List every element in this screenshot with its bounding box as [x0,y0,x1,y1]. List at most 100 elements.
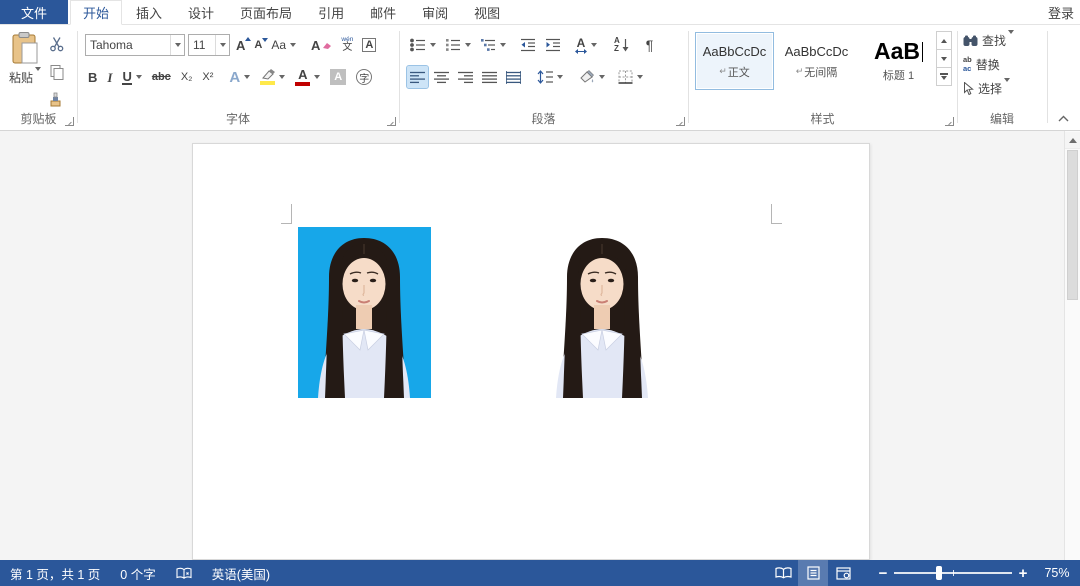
style-name: 正文 [728,64,750,80]
tab-review[interactable]: 审阅 [410,0,460,24]
margin-crop-mark-right [771,204,782,224]
sign-in-link[interactable]: 登录 [1048,0,1074,25]
phonetic-guide-icon[interactable]: wén 文 [338,34,356,56]
align-center-button[interactable] [431,66,452,88]
clipboard-dialog-launcher[interactable] [65,117,74,126]
justify-button[interactable] [479,66,500,88]
enclose-characters-button[interactable]: 字 [353,66,375,88]
font-color-swatch [295,82,310,86]
font-dialog-launcher[interactable] [387,117,396,126]
id-photo-white-background[interactable] [536,227,669,398]
copy-button[interactable] [46,61,68,83]
highlight-color-swatch [260,81,275,85]
tab-view[interactable]: 视图 [462,0,512,24]
document-area [0,131,1080,560]
style-card-no-spacing[interactable]: AaBbCcDc ↵ 无间隔 [777,32,856,90]
replace-button[interactable]: abac 替换 [963,56,1000,73]
cut-button[interactable] [46,33,68,55]
read-mode-view-button[interactable] [768,560,798,586]
text-effects-button[interactable]: A [226,66,253,88]
align-left-button[interactable] [407,66,428,88]
format-painter-button[interactable] [46,89,68,111]
ribbon-tab-bar: 文件 开始 插入 设计 页面布局 引用 邮件 审阅 视图 [0,0,1080,25]
tab-page-layout[interactable]: 页面布局 [228,0,304,24]
style-card-heading1[interactable]: AaB 标题 1 [859,32,938,90]
bold-button[interactable]: B [85,66,100,88]
style-card-normal[interactable]: AaBbCcDc ↵ 正文 [695,32,774,90]
sort-button[interactable]: AZ [611,34,632,56]
font-size-dropdown-icon[interactable] [215,35,229,55]
word-count-status[interactable]: 0 个字 [110,560,165,586]
line-spacing-button[interactable] [534,66,566,88]
select-button[interactable]: 选择 [963,80,1010,97]
clear-formatting-button[interactable]: A [308,34,335,56]
show-hide-marks-button[interactable]: ¶ [643,34,657,56]
change-case-button[interactable]: Aa [268,34,299,56]
italic-button[interactable]: I [104,66,115,88]
zoom-in-button[interactable]: + [1012,565,1034,582]
styles-dialog-launcher[interactable] [945,117,954,126]
font-size-value: 11 [189,38,215,52]
styles-scroll-up-button[interactable] [936,31,952,50]
styles-gallery-more-button[interactable] [936,67,952,86]
tab-references[interactable]: 引用 [306,0,356,24]
zoom-out-button[interactable]: − [872,565,894,582]
decrease-indent-button[interactable] [517,34,539,56]
asian-layout-button[interactable]: A [572,34,600,56]
increase-indent-button[interactable] [542,34,564,56]
tab-home[interactable]: 开始 [70,0,122,25]
cursor-arrow-icon [963,82,974,95]
page-number-status[interactable]: 第 1 页，共 1 页 [0,560,110,586]
scroll-up-arrow[interactable] [1065,132,1080,149]
tab-insert[interactable]: 插入 [124,0,174,24]
tab-mailings[interactable]: 邮件 [358,0,408,24]
character-border-button[interactable]: A [359,34,379,56]
paste-button[interactable]: 粘贴 [6,31,44,109]
zoom-slider[interactable] [894,572,1012,574]
document-page[interactable] [192,143,870,560]
bullets-button[interactable] [407,34,439,56]
style-name: 标题 1 [883,67,914,83]
strikethrough-button[interactable]: abc [149,66,174,88]
tab-design[interactable]: 设计 [176,0,226,24]
web-layout-view-button[interactable] [828,560,858,586]
borders-button[interactable] [615,66,646,88]
clipboard-group: 粘贴 剪贴板 [0,25,77,131]
style-name: 无间隔 [804,64,837,80]
distribute-button[interactable] [503,66,524,88]
shrink-font-button[interactable]: A [251,34,265,56]
align-right-button[interactable] [455,66,476,88]
proofing-status-icon[interactable] [166,560,202,586]
paragraph-group-label: 段落 [399,110,688,127]
print-layout-view-button[interactable] [798,560,828,586]
margin-crop-mark-left [281,204,292,224]
text-highlight-button[interactable] [257,66,288,88]
font-name-dropdown-icon[interactable] [170,35,184,55]
language-status[interactable]: 英语(美国) [202,560,280,586]
collapse-ribbon-button[interactable] [1056,112,1070,124]
font-group-label: 字体 [77,110,399,127]
superscript-button[interactable]: X² [199,66,216,88]
paragraph-group: A AZ ¶ [399,25,688,131]
character-shading-button[interactable]: A [327,66,349,88]
tab-file[interactable]: 文件 [0,0,68,24]
vertical-scrollbar[interactable] [1064,131,1080,560]
shading-button[interactable] [576,66,608,88]
find-button[interactable]: 查找 [963,32,1014,49]
styles-scroll-down-button[interactable] [936,49,952,68]
paste-clipboard-icon [10,31,40,65]
zoom-slider-thumb[interactable] [936,566,942,580]
zoom-level-label[interactable]: 75% [1034,566,1080,580]
font-name-combobox[interactable]: Tahoma [85,34,185,56]
subscript-button[interactable]: X₂ [178,66,196,88]
underline-button[interactable]: U [119,66,144,88]
style-preview: AaBbCcDc [703,42,767,62]
font-color-button[interactable]: A [292,66,323,88]
grow-font-button[interactable]: A [233,34,248,56]
font-size-combobox[interactable]: 11 [188,34,230,56]
scrollbar-thumb[interactable] [1067,150,1078,300]
paragraph-dialog-launcher[interactable] [676,117,685,126]
multilevel-list-button[interactable] [477,34,509,56]
numbering-button[interactable] [442,34,474,56]
id-photo-blue-background[interactable] [298,227,431,398]
